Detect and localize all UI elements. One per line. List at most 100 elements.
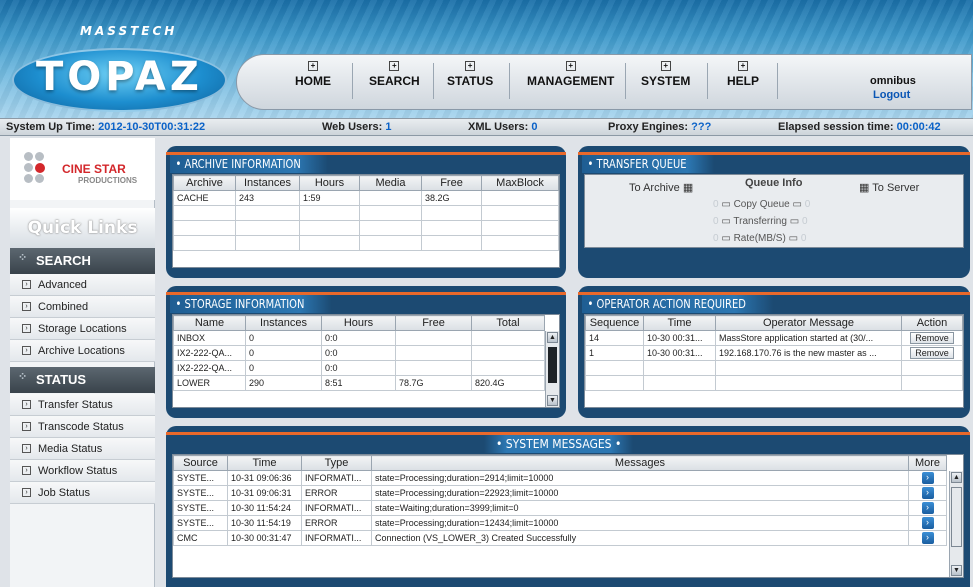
sidebar-item-media-status[interactable]: › Media Status: [10, 438, 155, 460]
col-header[interactable]: Name: [173, 315, 246, 331]
nav-label: HOME: [295, 74, 331, 88]
scroll-down-icon[interactable]: ▼: [951, 565, 962, 576]
cell: state=Processing;duration=22923;limit=10…: [371, 485, 909, 501]
sidebar-item-transcode-status[interactable]: › Transcode Status: [10, 416, 155, 438]
elapsed-time: Elapsed session time: 00:00:42: [778, 121, 941, 133]
nav-home[interactable]: + HOME: [295, 61, 331, 88]
logout-link[interactable]: Logout: [873, 89, 910, 101]
sidebar-item-transfer-status[interactable]: › Transfer Status: [10, 394, 155, 416]
table-row[interactable]: CACHE 243 1:59 38.2G: [173, 190, 559, 206]
col-header[interactable]: Operator Message: [715, 315, 902, 331]
cell: INFORMATI...: [301, 470, 372, 486]
cell: LOWER: [173, 375, 246, 391]
current-user: omnibus: [870, 75, 916, 87]
nav-system[interactable]: + SYSTEM: [641, 61, 690, 88]
section-label: STATUS: [36, 372, 87, 387]
col-header[interactable]: Total: [471, 315, 545, 331]
col-header[interactable]: Archive: [173, 175, 236, 191]
nav-search[interactable]: + SEARCH: [369, 61, 420, 88]
cell: 10-31 09:06:36: [227, 470, 302, 486]
scroll-thumb[interactable]: [548, 347, 557, 383]
table-row[interactable]: 14 10-30 00:31... MassStore application …: [585, 330, 963, 346]
cell: 0: [245, 345, 322, 361]
action-cell: Remove: [901, 345, 963, 361]
cell: state=Waiting;duration=3999;limit=0: [371, 500, 909, 516]
table-row[interactable]: SYSTE... 10-31 09:06:31 ERROR state=Process…: [173, 485, 947, 501]
cell: [395, 345, 472, 361]
table-row[interactable]: SYSTE... 10-31 09:06:36 INFORMATI... state=…: [173, 470, 947, 486]
messages-scrollbar[interactable]: ▲ ▼: [949, 471, 963, 577]
scroll-up-icon[interactable]: ▲: [951, 472, 962, 483]
product-logo-text: TOPAZ: [36, 54, 203, 100]
transferring-row: 0 ▭ Transferring ▭ 0: [713, 216, 808, 227]
sidebar-item-advanced[interactable]: › Advanced: [10, 274, 155, 296]
link-label: Media Status: [38, 443, 103, 455]
table-row[interactable]: 1 10-30 00:31... 192.168.170.76 is the n…: [585, 345, 963, 361]
sidebar-item-archive-locations[interactable]: › Archive Locations: [10, 340, 155, 362]
web-users-value: 1: [385, 121, 392, 133]
sidebar-item-combined[interactable]: › Combined: [10, 296, 155, 318]
sidebar-item-workflow-status[interactable]: › Workflow Status: [10, 460, 155, 482]
table-row[interactable]: LOWER 290 8:51 78.7G 820.4G: [173, 375, 545, 391]
more-arrow-icon[interactable]: ›: [921, 502, 934, 514]
table-row[interactable]: CMC 10-30 00:31:47 INFORMATI... Connection …: [173, 530, 947, 546]
uptime: System Up Time: 2012-10-30T00:31:22: [6, 121, 205, 133]
link-label: Storage Locations: [38, 323, 127, 335]
cell: 1:59: [299, 190, 360, 206]
cell: Connection (VS_LOWER_3) Created Successf…: [371, 530, 909, 546]
cell: state=Processing;duration=2914;limit=100…: [371, 470, 909, 486]
col-header[interactable]: Instances: [245, 315, 322, 331]
table-row[interactable]: INBOX 0 0:0: [173, 330, 545, 346]
col-header[interactable]: Hours: [299, 175, 360, 191]
more-arrow-icon[interactable]: ›: [921, 517, 934, 529]
sidebar-section-status[interactable]: ⁘ STATUS: [10, 367, 155, 393]
more-cell: ›: [908, 530, 947, 546]
col-header[interactable]: More: [908, 455, 947, 471]
col-header[interactable]: Time: [227, 455, 302, 471]
scroll-down-icon[interactable]: ▼: [547, 395, 558, 406]
table-row[interactable]: IX2-222-QA... 0 0:0: [173, 345, 545, 361]
scroll-thumb[interactable]: [951, 487, 962, 547]
nav-label: HELP: [727, 74, 760, 88]
col-header[interactable]: Messages: [371, 455, 909, 471]
scroll-up-icon[interactable]: ▲: [547, 332, 558, 343]
col-header[interactable]: Hours: [321, 315, 396, 331]
operator-table: Sequence Time Operator Message Action 14…: [584, 314, 964, 408]
panel-title: • STORAGE INFORMATION: [170, 295, 333, 313]
more-arrow-icon[interactable]: ›: [921, 472, 934, 484]
col-header[interactable]: Instances: [235, 175, 300, 191]
copy-queue-right: 0: [804, 199, 811, 210]
arrow-box-icon: ›: [22, 444, 31, 453]
sidebar-section-search[interactable]: ⁘ SEARCH: [10, 248, 155, 274]
remove-button[interactable]: Remove: [910, 347, 954, 359]
storage-scrollbar[interactable]: ▲ ▼: [545, 331, 559, 407]
cell: 1: [585, 345, 644, 361]
table-row[interactable]: SYSTE... 10-30 11:54:19 ERROR state=Process…: [173, 515, 947, 531]
more-arrow-icon[interactable]: ›: [921, 532, 934, 544]
more-cell: ›: [908, 485, 947, 501]
col-header[interactable]: Free: [395, 315, 472, 331]
col-header[interactable]: Time: [643, 315, 716, 331]
more-arrow-icon[interactable]: ›: [921, 487, 934, 499]
col-header[interactable]: Action: [901, 315, 963, 331]
table-row[interactable]: IX2-222-QA... 0 0:0: [173, 360, 545, 376]
col-header[interactable]: Free: [421, 175, 482, 191]
cell: [471, 360, 545, 376]
panel-title: • TRANSFER QUEUE: [582, 155, 715, 173]
panel-title: • ARCHIVE INFORMATION: [170, 155, 329, 173]
nav-status[interactable]: + STATUS: [447, 61, 493, 88]
col-header[interactable]: Media: [359, 175, 422, 191]
archive-information-panel: • ARCHIVE INFORMATION Archive Instances …: [166, 146, 566, 278]
remove-button[interactable]: Remove: [910, 332, 954, 344]
nav-help[interactable]: + HELP: [727, 61, 759, 88]
nav-management[interactable]: + MANAGEMENT: [527, 61, 614, 88]
cell: 10-30 00:31...: [643, 330, 716, 346]
table-row[interactable]: SYSTE... 10-30 11:54:24 INFORMATI... state=…: [173, 500, 947, 516]
col-header[interactable]: MaxBlock: [481, 175, 559, 191]
col-header[interactable]: Source: [173, 455, 228, 471]
col-header[interactable]: Type: [301, 455, 372, 471]
queue-info-label: Queue Info: [745, 177, 803, 189]
sidebar-item-job-status[interactable]: › Job Status: [10, 482, 155, 504]
sidebar-item-storage-locations[interactable]: › Storage Locations: [10, 318, 155, 340]
col-header[interactable]: Sequence: [585, 315, 644, 331]
